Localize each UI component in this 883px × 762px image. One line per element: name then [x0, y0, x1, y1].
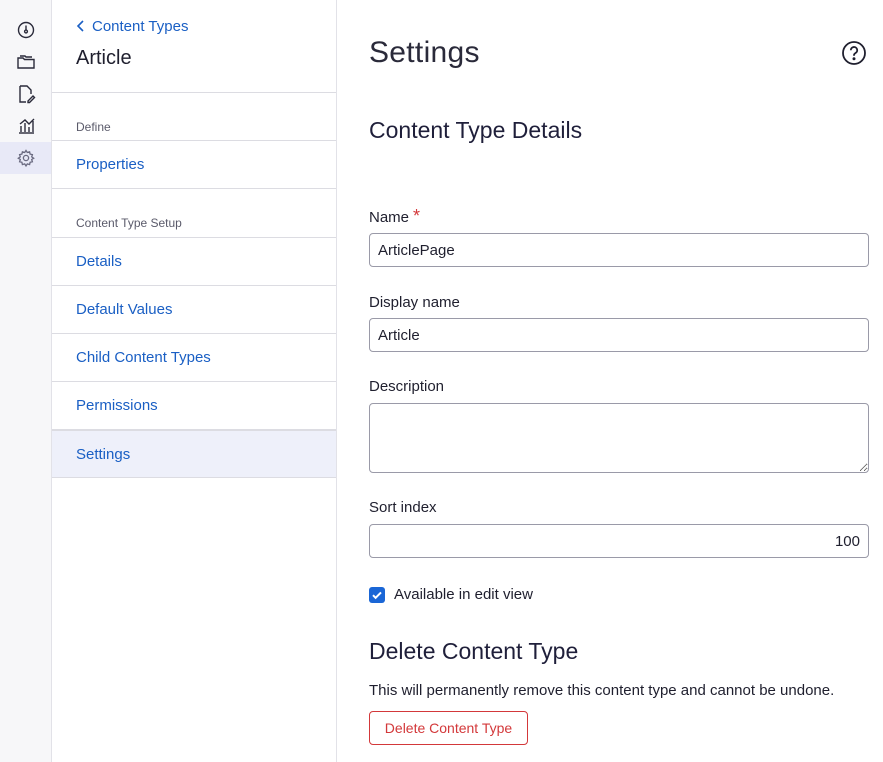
- dashboard-icon: [17, 21, 34, 39]
- name-label: Name *: [369, 206, 421, 226]
- sort-index-input[interactable]: [369, 524, 869, 558]
- name-label-text: Name: [369, 209, 410, 226]
- nav-item-details[interactable]: Details: [52, 238, 336, 286]
- nav-item-properties[interactable]: Properties: [52, 141, 336, 189]
- nav-item-default-values[interactable]: Default Values: [52, 286, 336, 334]
- delete-content-type-button[interactable]: Delete Content Type: [369, 711, 528, 745]
- sort-index-label: Sort index: [369, 499, 437, 516]
- settings-main: Settings Content Type Details Name * Dis…: [337, 0, 883, 762]
- rail-analytics[interactable]: [0, 110, 51, 142]
- description-textarea[interactable]: [369, 403, 869, 473]
- content-type-subnav: Content Types Article Define Properties …: [52, 0, 337, 762]
- help-button[interactable]: [841, 40, 867, 66]
- display-name-label: Display name: [369, 294, 460, 311]
- chevron-left-icon: [76, 20, 84, 32]
- page-title: Settings: [369, 36, 480, 69]
- back-link-label: Content Types: [92, 17, 189, 35]
- display-name-input[interactable]: [369, 318, 869, 352]
- rail-content[interactable]: [0, 46, 51, 78]
- description-label: Description: [369, 378, 445, 395]
- delete-heading: Delete Content Type: [369, 638, 579, 664]
- folders-icon: [16, 55, 35, 69]
- analytics-icon: [18, 118, 34, 134]
- nav-item-child-content-types[interactable]: Child Content Types: [52, 334, 336, 382]
- nav-item-permissions[interactable]: Permissions: [52, 382, 336, 430]
- help-icon: [842, 41, 866, 65]
- checkmark-icon: [372, 591, 382, 599]
- available-in-edit-view-row: Available in edit view: [369, 586, 533, 603]
- details-heading: Content Type Details: [369, 117, 583, 143]
- available-in-edit-view-checkbox[interactable]: [369, 586, 385, 603]
- nav-item-settings[interactable]: Settings: [52, 430, 336, 478]
- rail-settings[interactable]: [0, 142, 51, 174]
- delete-warning-text: This will permanently remove this conten…: [369, 682, 835, 699]
- back-to-content-types-link[interactable]: Content Types: [76, 16, 188, 36]
- name-input[interactable]: [369, 233, 869, 267]
- settings-gear-icon: [16, 149, 35, 168]
- required-asterisk: *: [413, 206, 421, 226]
- icon-rail: [0, 0, 52, 762]
- available-in-edit-view-label: Available in edit view: [394, 586, 533, 603]
- content-type-title: Article: [76, 47, 132, 69]
- group-label-define: Define: [76, 120, 111, 134]
- group-label-content-type-setup: Content Type Setup: [76, 216, 182, 230]
- rail-edit[interactable]: [0, 78, 51, 110]
- divider: [52, 92, 336, 93]
- edit-document-icon: [18, 85, 35, 104]
- rail-dashboard[interactable]: [0, 14, 51, 46]
